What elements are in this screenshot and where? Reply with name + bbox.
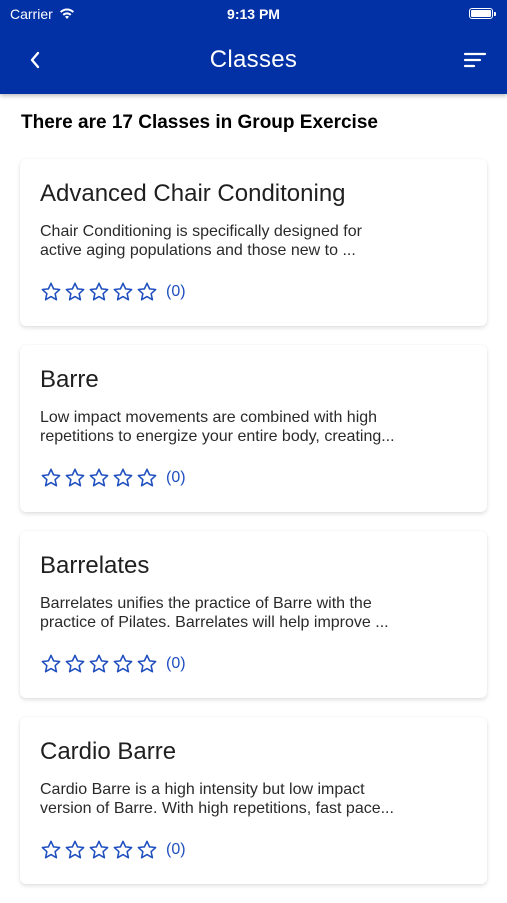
star-outline-icon xyxy=(137,282,157,301)
class-name: Cardio Barre xyxy=(40,738,177,765)
filter-sort-icon[interactable] xyxy=(461,46,489,74)
description-line: repetitions to energize your entire body… xyxy=(40,428,395,445)
description-line: practice of Pilates. Barrelates will hel… xyxy=(40,614,389,631)
class-name: Barre xyxy=(40,366,99,393)
star-outline-icon xyxy=(65,468,85,487)
star-outline-icon xyxy=(89,282,109,301)
class-name: Advanced Chair Conditoning xyxy=(40,180,346,207)
description-line: active aging populations and those new t… xyxy=(40,242,356,259)
rating: (0) xyxy=(40,281,186,303)
star-outline-icon xyxy=(41,840,61,859)
description-line: Low impact movements are combined with h… xyxy=(40,409,378,426)
description-line: Cardio Barre is a high intensity but low… xyxy=(40,781,365,798)
class-card[interactable]: Barrelates Barrelates unifies the practi… xyxy=(20,531,487,698)
rating-count: (0) xyxy=(166,841,186,858)
description-line: version of Barre. With high repetitions,… xyxy=(40,800,394,817)
star-outline-icon xyxy=(137,654,157,673)
rating: (0) xyxy=(40,467,186,489)
class-name: Barrelates xyxy=(40,552,150,579)
star-outline-icon xyxy=(89,840,109,859)
status-bar: Carrier 9:13 PM xyxy=(0,0,507,28)
star-outline-icon xyxy=(113,654,133,673)
class-description: Barrelates unifies the practice of Barre… xyxy=(40,594,470,632)
star-outline-icon xyxy=(89,468,109,487)
class-list: Advanced Chair Conditoning Chair Conditi… xyxy=(20,159,487,903)
class-card[interactable]: Cardio Barre Cardio Barre is a high inte… xyxy=(20,717,487,884)
description-line: Chair Conditioning is specifically desig… xyxy=(40,223,362,240)
star-outline-icon xyxy=(113,840,133,859)
star-outline-icon xyxy=(41,282,61,301)
page-title: Classes xyxy=(209,46,298,73)
star-outline-icon xyxy=(113,468,133,487)
star-outline-icon xyxy=(41,468,61,487)
star-outline-icon xyxy=(137,840,157,859)
rating-count: (0) xyxy=(166,655,186,672)
star-outline-icon xyxy=(65,654,85,673)
star-outline-icon xyxy=(65,840,85,859)
star-outline-icon xyxy=(89,654,109,673)
star-outline-icon xyxy=(137,468,157,487)
star-outline-icon xyxy=(113,282,133,301)
status-time: 9:13 PM xyxy=(227,6,280,22)
star-outline-icon xyxy=(41,654,61,673)
star-outline-icon xyxy=(65,282,85,301)
nav-bar: Classes xyxy=(0,30,507,94)
class-card[interactable]: Advanced Chair Conditoning Chair Conditi… xyxy=(20,159,487,326)
class-description: Chair Conditioning is specifically desig… xyxy=(40,222,470,260)
top-bar: Carrier 9:13 PM Classes xyxy=(0,0,507,94)
classes-count-heading: There are 17 Classes in Group Exercise xyxy=(21,112,378,133)
rating-count: (0) xyxy=(166,469,186,486)
class-description: Low impact movements are combined with h… xyxy=(40,408,470,446)
class-card[interactable]: Barre Low impact movements are combined … xyxy=(20,345,487,512)
class-description: Cardio Barre is a high intensity but low… xyxy=(40,780,470,818)
description-line: Barrelates unifies the practice of Barre… xyxy=(40,595,372,612)
rating: (0) xyxy=(40,839,186,861)
battery-icon xyxy=(469,8,496,19)
rating: (0) xyxy=(40,653,186,675)
rating-count: (0) xyxy=(166,283,186,300)
